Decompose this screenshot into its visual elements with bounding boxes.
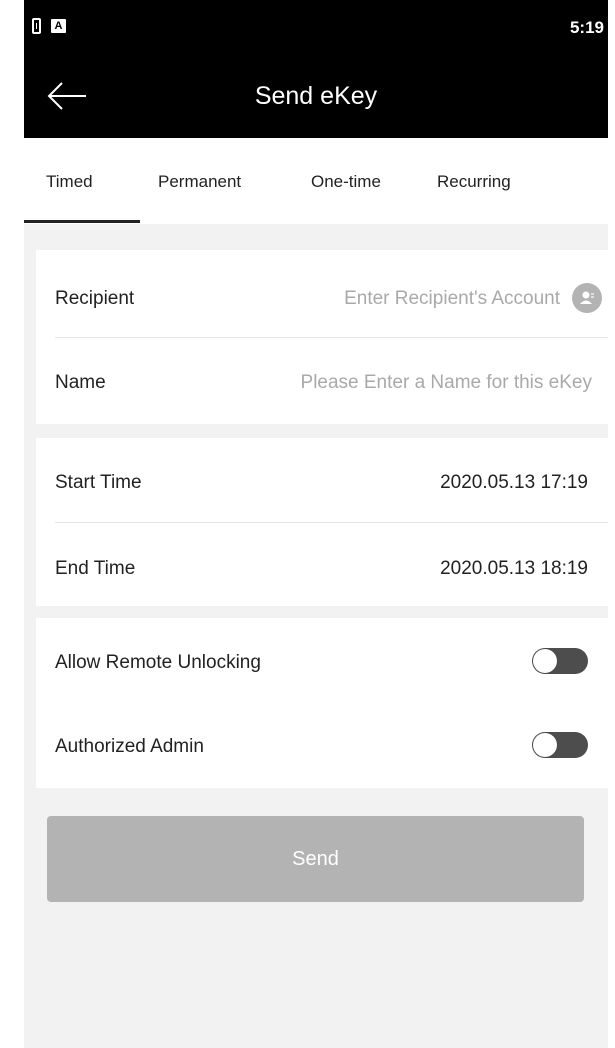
authorized-admin-label: Authorized Admin (55, 736, 204, 757)
permissions-group: Allow Remote Unlocking Authorized Admin (36, 618, 608, 788)
name-label: Name (55, 372, 106, 393)
status-time: 5:19 (569, 18, 604, 37)
phone-icon (32, 18, 41, 34)
send-button[interactable]: Send (47, 816, 584, 902)
end-time-label: End Time (55, 558, 136, 579)
end-time-value[interactable]: 2020.05.13 18:19 (440, 558, 588, 580)
end-time-row[interactable]: End Time 2020.05.13 18:19 (36, 524, 608, 610)
tab-timed[interactable]: Timed (46, 172, 93, 192)
allow-remote-unlocking-row: Allow Remote Unlocking (36, 618, 608, 704)
time-group: Start Time 2020.05.13 17:19 End Time 202… (36, 438, 608, 606)
start-time-row[interactable]: Start Time 2020.05.13 17:19 (36, 438, 608, 524)
divider (55, 522, 608, 523)
recipient-label: Recipient (55, 288, 135, 309)
tab-permanent[interactable]: Permanent (158, 172, 241, 192)
tab-recurring[interactable]: Recurring (437, 172, 511, 192)
recipient-group: Recipient Enter Recipient's Account Name… (36, 250, 608, 424)
tab-active-indicator (24, 220, 140, 223)
name-row[interactable]: Name Please Enter a Name for this eKey (36, 338, 608, 424)
screen: A 5:19 Send eKey Timed Permanent One-tim… (24, 0, 608, 1048)
authorized-admin-toggle[interactable] (532, 732, 588, 758)
start-time-label: Start Time (55, 472, 142, 493)
authorized-admin-row: Authorized Admin (36, 702, 608, 788)
status-bar: A 5:19 (24, 0, 608, 62)
recipient-row[interactable]: Recipient Enter Recipient's Account (36, 254, 608, 340)
recipient-input[interactable]: Enter Recipient's Account (344, 288, 560, 310)
start-time-value[interactable]: 2020.05.13 17:19 (440, 472, 588, 494)
name-input[interactable]: Please Enter a Name for this eKey (301, 372, 592, 394)
a-icon: A (51, 19, 66, 33)
page-title: Send eKey (254, 82, 378, 110)
header: Send eKey (24, 62, 608, 138)
allow-remote-unlocking-toggle[interactable] (532, 648, 588, 674)
tab-bar: Timed Permanent One-time Recurring (24, 138, 608, 224)
allow-remote-unlocking-label: Allow Remote Unlocking (55, 652, 261, 673)
tab-one-time[interactable]: One-time (311, 172, 381, 192)
contact-icon[interactable] (572, 283, 602, 313)
contact-glyph (580, 291, 594, 304)
